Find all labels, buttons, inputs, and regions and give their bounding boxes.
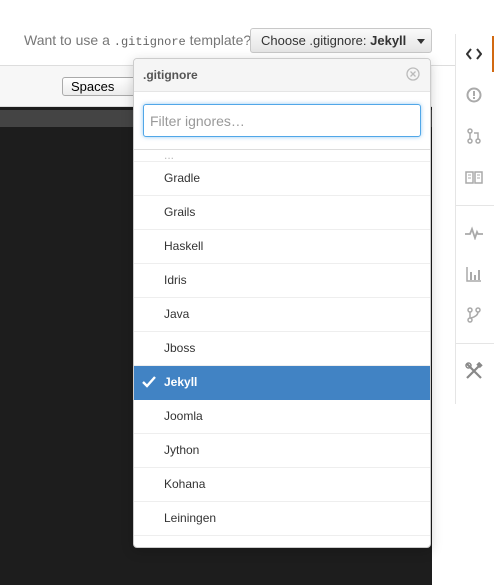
sidebar-separator [456, 343, 494, 344]
list-item[interactable]: Gradle [134, 162, 430, 196]
close-icon[interactable] [406, 67, 420, 81]
prompt-text-before: Want to use a [24, 32, 110, 48]
issues-icon [466, 87, 482, 103]
settings-tools-icon [465, 362, 483, 379]
list-item[interactable]: Idris [134, 264, 430, 298]
choose-gitignore-button[interactable]: Choose .gitignore: Jekyll [250, 28, 432, 53]
sidebar-item-network[interactable] [456, 297, 492, 333]
sidebar-item-pull-requests[interactable] [456, 118, 492, 154]
list-item-label: Jekyll [164, 375, 198, 389]
list-item-label: Java [164, 307, 190, 321]
list-item[interactable]: Joomla [134, 400, 430, 434]
list-item-partial[interactable]: ... [134, 150, 430, 162]
list-item[interactable]: Grails [134, 196, 430, 230]
prompt-text-after: template? [189, 32, 252, 48]
gitignore-dropdown: .gitignore ... Gradle Grails Haskell Idris J… [133, 58, 431, 548]
pull-request-icon [467, 128, 481, 144]
list-item-label: Joomla [164, 409, 203, 423]
sidebar-item-settings[interactable] [456, 353, 492, 389]
list-item-label: Leiningen [164, 511, 217, 525]
graphs-icon [466, 267, 481, 282]
pulse-icon [465, 226, 483, 240]
list-item[interactable]: Jekyll [134, 366, 430, 400]
sidebar-item-issues[interactable] [456, 77, 492, 113]
sidebar-item-code[interactable] [456, 36, 494, 72]
list-item[interactable]: LemonStand [134, 536, 430, 547]
list-item-label: LemonStand [164, 545, 232, 547]
list-item-label: Kohana [164, 477, 206, 491]
list-item[interactable]: Java [134, 298, 430, 332]
wiki-book-icon [465, 171, 483, 184]
sidebar-item-wiki[interactable] [456, 159, 492, 195]
list-item-label: Haskell [164, 239, 204, 253]
choose-gitignore-value: Jekyll [370, 33, 407, 48]
dropdown-title: .gitignore [143, 68, 198, 82]
indent-mode-select[interactable]: Spaces [62, 77, 140, 96]
checkmark-icon [142, 376, 156, 388]
list-item-label: Jboss [164, 341, 196, 355]
filter-area [134, 92, 430, 150]
chevron-down-icon [417, 39, 425, 44]
sidebar-item-pulse[interactable] [456, 215, 492, 251]
list-item-label: Grails [164, 205, 196, 219]
dropdown-header: .gitignore [134, 59, 430, 92]
filter-ignores-input[interactable] [143, 104, 421, 137]
sidebar-separator [456, 205, 494, 206]
list-item-label: Jython [164, 443, 200, 457]
code-icon [466, 48, 482, 60]
repo-sidebar [455, 34, 494, 404]
list-item[interactable]: Kohana [134, 468, 430, 502]
list-item-label: Gradle [164, 171, 201, 185]
choose-gitignore-label: Choose .gitignore: [261, 33, 367, 48]
list-item[interactable]: Leiningen [134, 502, 430, 536]
gitignore-list: ... Gradle Grails Haskell Idris Java Jboss Jek… [134, 150, 430, 547]
list-item[interactable]: Haskell [134, 230, 430, 264]
sidebar-item-graphs[interactable] [456, 256, 492, 292]
gitignore-prompt: Want to use a .gitignore template? [24, 32, 251, 49]
list-item[interactable]: Jython [134, 434, 430, 468]
list-item[interactable]: Jboss [134, 332, 430, 366]
network-icon [467, 307, 481, 323]
prompt-code: .gitignore [113, 35, 186, 49]
list-item-label: Idris [164, 273, 187, 287]
